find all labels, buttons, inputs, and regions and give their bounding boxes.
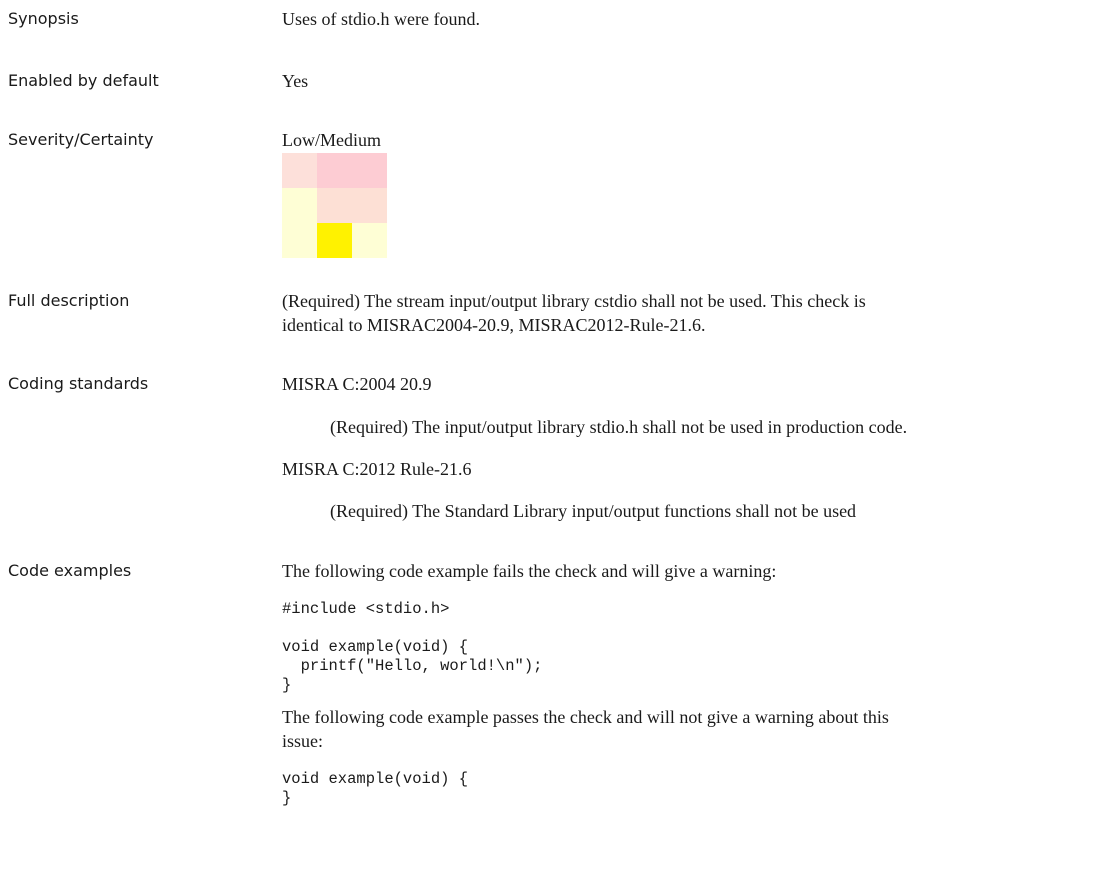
- standard-2-description: (Required) The Standard Library input/ou…: [330, 501, 857, 521]
- pass-code-block: void example(void) { }: [282, 770, 469, 807]
- matrix-cell-0-2: [352, 153, 387, 188]
- severity-label: Severity/Certainty: [8, 130, 154, 149]
- matrix-cell-1-0: [282, 188, 317, 223]
- code-examples-label: Code examples: [8, 561, 132, 580]
- enabled-label: Enabled by default: [8, 71, 159, 90]
- matrix-cell-1-2: [352, 188, 387, 223]
- matrix-cell-2-2: [352, 223, 387, 258]
- matrix-cell-2-1: [317, 223, 352, 258]
- pass-example-intro-line-1: The following code example passes the ch…: [282, 707, 889, 727]
- enabled-text: Yes: [282, 71, 309, 91]
- matrix-cell-0-1: [317, 153, 352, 188]
- severity-text: Low/Medium: [282, 130, 381, 150]
- standard-2-title: MISRA C:2012 Rule-21.6: [282, 459, 472, 479]
- pass-example-intro-line-2: issue:: [282, 731, 324, 751]
- full-description-label: Full description: [8, 291, 130, 310]
- synopsis-text: Uses of stdio.h were found.: [282, 9, 480, 29]
- severity-certainty-matrix: [282, 153, 387, 258]
- full-description-line-2: identical to MISRAC2004-20.9, MISRAC2012…: [282, 315, 706, 335]
- matrix-cell-0-0: [282, 153, 317, 188]
- matrix-cell-1-1: [317, 188, 352, 223]
- standard-1-description: (Required) The input/output library stdi…: [330, 417, 908, 437]
- coding-standards-label: Coding standards: [8, 374, 149, 393]
- fail-example-intro: The following code example fails the che…: [282, 561, 777, 581]
- matrix-cell-2-0: [282, 223, 317, 258]
- standard-1-title: MISRA C:2004 20.9: [282, 374, 432, 394]
- full-description-line-1: (Required) The stream input/output libra…: [282, 291, 866, 311]
- synopsis-label: Synopsis: [8, 9, 79, 28]
- fail-code-block: #include <stdio.h> void example(void) { …: [282, 600, 543, 694]
